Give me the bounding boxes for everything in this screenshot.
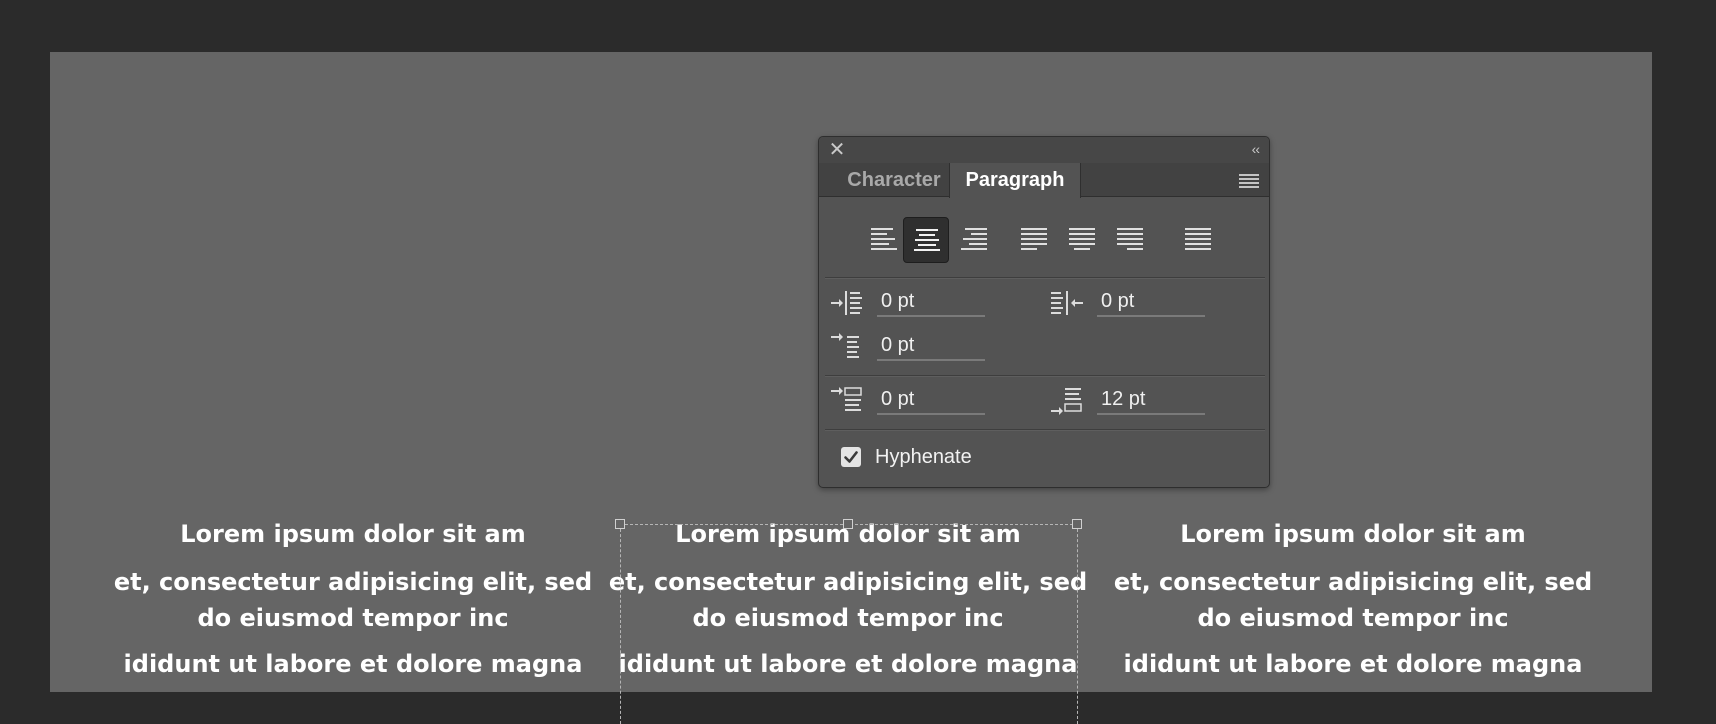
tab-paragraph[interactable]: Paragraph <box>949 163 1081 198</box>
first-line-indent-icon <box>831 333 859 358</box>
space-before-icon <box>831 387 862 411</box>
indent-right-field <box>1051 287 1221 321</box>
body-line: do eiusmod tempor inc <box>1197 604 1509 632</box>
text-frame-selection[interactable] <box>620 524 1078 724</box>
justify-last-left-icon <box>1021 228 1047 250</box>
paragraph-body: ididunt ut labore et dolore magna <box>1123 650 1583 678</box>
justify-last-left-button[interactable] <box>1011 217 1057 263</box>
indent-left-field <box>831 287 1001 321</box>
checkmark-icon <box>844 451 858 463</box>
align-center-button[interactable] <box>903 217 949 263</box>
space-after-icon <box>1051 388 1082 415</box>
divider <box>825 375 1265 377</box>
space-before-field <box>831 385 1001 419</box>
body-line: do eiusmod tempor inc <box>197 604 509 632</box>
space-before-input[interactable] <box>877 385 985 415</box>
divider <box>825 277 1265 279</box>
align-center-icon <box>914 229 940 251</box>
body-line: et, consectetur adipisicing elit, sed <box>1113 568 1593 596</box>
align-left-button[interactable] <box>861 217 907 263</box>
alignment-buttons <box>819 217 1269 265</box>
align-right-icon <box>961 228 987 250</box>
collapse-icon[interactable]: ‹‹ <box>1252 141 1260 157</box>
body-line: et, consectetur adipisicing elit, sed <box>113 568 593 596</box>
text-column-left[interactable]: Lorem ipsum dolor sit am et, consectetur… <box>113 516 593 682</box>
indent-first-line-input[interactable] <box>877 331 985 361</box>
paragraph-body: ididunt ut labore et dolore magna <box>123 650 583 678</box>
space-after-input[interactable] <box>1097 385 1205 415</box>
panel-menu-icon[interactable] <box>1239 174 1259 188</box>
justify-last-center-icon <box>1069 228 1095 250</box>
hyphenate-checkbox[interactable] <box>841 447 861 467</box>
indent-right-input[interactable] <box>1097 287 1205 317</box>
paragraph-body: et, consectetur adipisicing elit, sed do … <box>113 564 593 636</box>
panel-tabs: Character Paragraph <box>819 163 1269 198</box>
justify-all-icon <box>1185 228 1211 250</box>
divider <box>825 429 1265 431</box>
space-after-field <box>1051 385 1221 419</box>
text-column-right[interactable]: Lorem ipsum dolor sit am et, consectetur… <box>1113 516 1593 682</box>
indent-left-input[interactable] <box>877 287 985 317</box>
align-right-button[interactable] <box>951 217 997 263</box>
paragraph-heading: Lorem ipsum dolor sit am <box>180 520 526 548</box>
justify-last-right-icon <box>1117 228 1143 250</box>
panel-titlebar[interactable]: ✕ ‹‹ <box>819 137 1269 163</box>
justify-last-right-button[interactable] <box>1107 217 1153 263</box>
hyphenate-label: Hyphenate <box>875 446 972 468</box>
resize-handle-top-right[interactable] <box>1072 519 1082 529</box>
resize-handle-top-left[interactable] <box>615 519 625 529</box>
resize-handle-top-center[interactable] <box>843 519 853 529</box>
align-left-icon <box>871 228 897 250</box>
justify-last-center-button[interactable] <box>1059 217 1105 263</box>
indent-right-icon <box>1051 291 1083 315</box>
justify-all-button[interactable] <box>1175 217 1221 263</box>
indent-left-icon <box>831 291 862 315</box>
paragraph-body: et, consectetur adipisicing elit, sed do … <box>1113 564 1593 636</box>
close-icon[interactable]: ✕ <box>827 140 847 160</box>
tab-character[interactable]: Character <box>825 163 963 197</box>
indent-first-line-field <box>831 331 1001 365</box>
paragraph-heading: Lorem ipsum dolor sit am <box>1180 520 1526 548</box>
paragraph-panel: ✕ ‹‹ Character Paragraph 0 pt 0 pt 0 pt … <box>818 136 1270 488</box>
